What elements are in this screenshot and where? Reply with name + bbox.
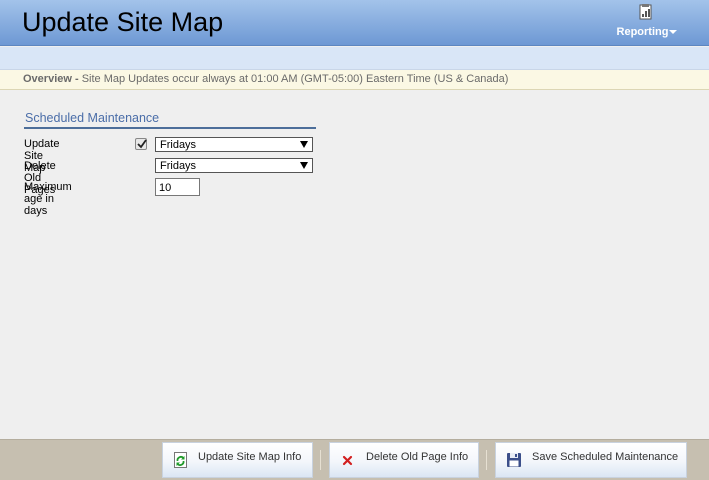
update-site-map-selected: Fridays (160, 139, 197, 151)
section-title: Scheduled Maintenance (24, 111, 316, 129)
overview-text: Site Map Updates occur always at 01:00 A… (81, 73, 509, 85)
update-site-map-checkbox[interactable] (135, 138, 147, 150)
save-scheduled-maintenance-label: Save Scheduled Maintenance (532, 451, 679, 463)
overview-banner: Overview - Site Map Updates occur always… (0, 70, 709, 90)
update-site-map-info-label: Update Site Map Info (198, 451, 302, 463)
dropdown-arrow-icon (300, 141, 308, 148)
floppy-disk-icon (507, 453, 521, 467)
footer-separator (486, 450, 487, 470)
overview-label: Overview - (23, 73, 79, 85)
footer-separator (320, 450, 321, 470)
delete-old-page-info-label: Delete Old Page Info (366, 451, 469, 463)
refresh-icon (174, 452, 187, 468)
save-scheduled-maintenance-button[interactable]: Save Scheduled Maintenance (495, 442, 687, 478)
reporting-menu[interactable]: Reporting (612, 3, 682, 43)
page-header: Update Site Map Reporting (0, 0, 709, 46)
update-site-map-select[interactable]: Fridays (155, 137, 313, 152)
page-title: Update Site Map (22, 7, 224, 37)
max-age-label: Maximum age in days (24, 181, 72, 217)
report-document-icon (639, 4, 652, 20)
delete-old-pages-select[interactable]: Fridays (155, 158, 313, 173)
chevron-down-icon (669, 30, 678, 35)
sub-toolbar (0, 47, 709, 70)
max-age-input[interactable] (155, 178, 200, 196)
update-site-map-info-button[interactable]: Update Site Map Info (162, 442, 313, 478)
delete-old-page-info-button[interactable]: Delete Old Page Info (329, 442, 479, 478)
scheduled-maintenance-section: Scheduled Maintenance (24, 111, 316, 129)
checkmark-icon (137, 139, 147, 149)
delete-old-pages-selected: Fridays (160, 160, 197, 172)
dropdown-arrow-icon (300, 162, 308, 169)
delete-x-icon (342, 455, 353, 466)
reporting-label: Reporting (616, 26, 669, 38)
